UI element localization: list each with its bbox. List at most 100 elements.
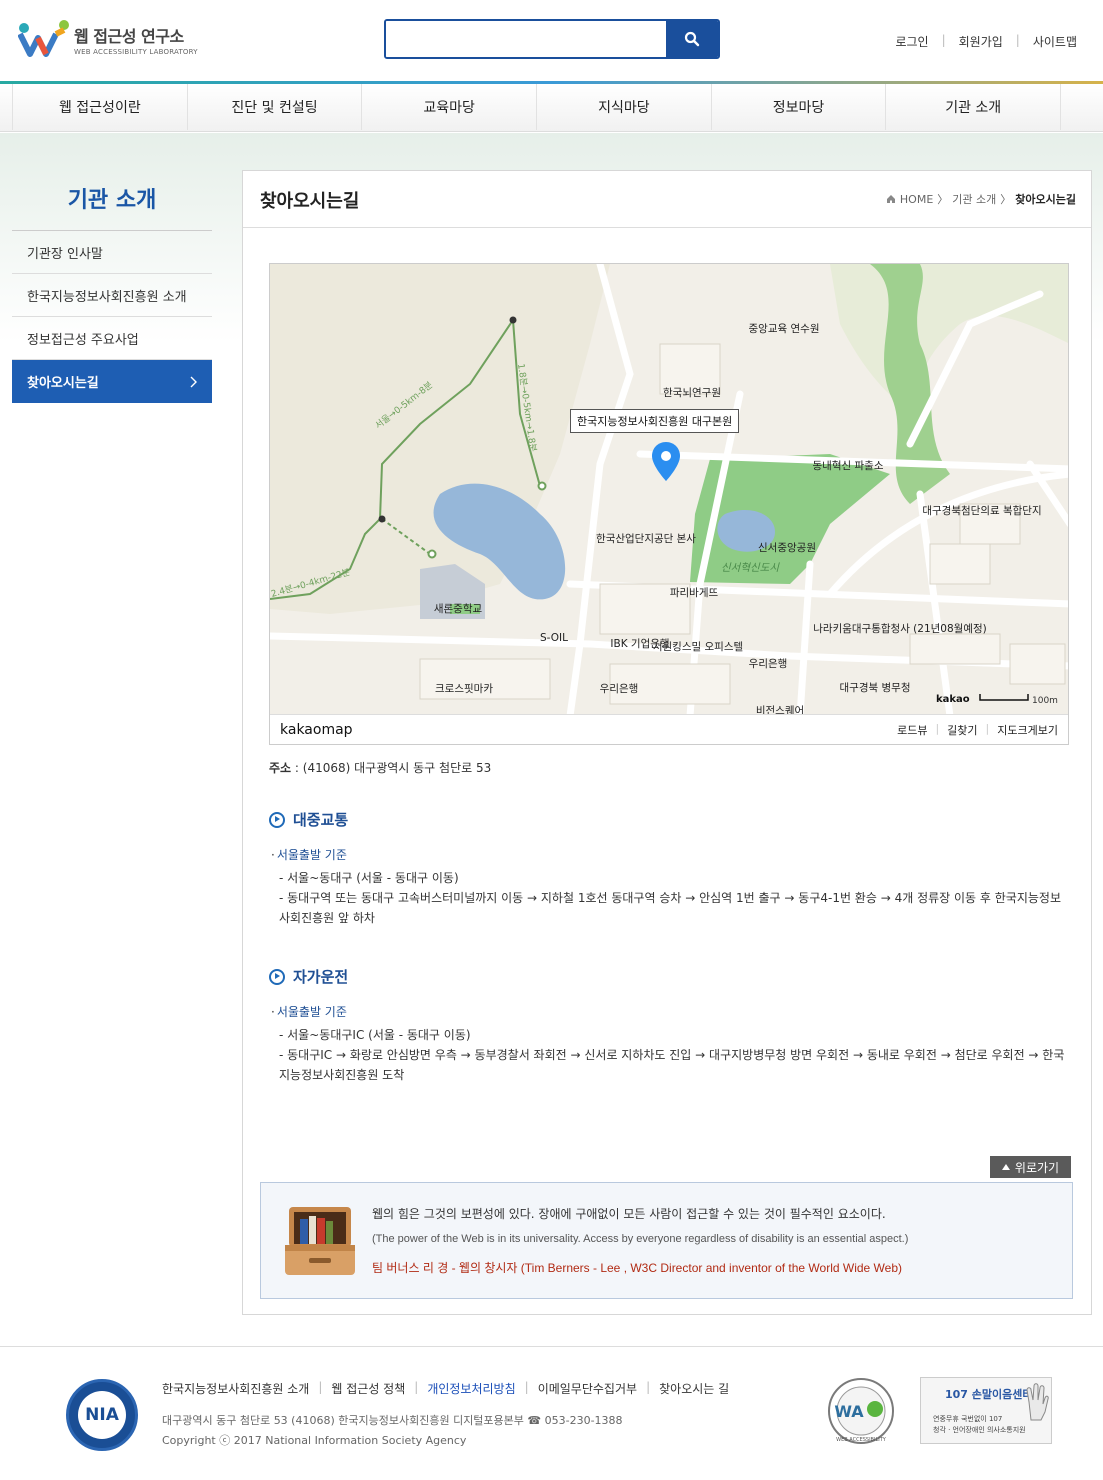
nia-logo-text: NIA: [78, 1391, 126, 1439]
logo-subtitle: WEB ACCESSIBILITY LABORATORY: [74, 47, 198, 56]
footer-link-email-refusal[interactable]: 이메일무단수집거부: [538, 1380, 637, 1397]
directions-link[interactable]: 길찾기: [947, 722, 977, 738]
map-place-label: 한국뇌연구원: [663, 387, 721, 399]
map-scale-label: 100m: [1032, 696, 1058, 706]
breadcrumb-separator-icon: 〉: [1000, 193, 1012, 206]
arrow-up-icon: [1001, 1164, 1010, 1170]
side-nav-item-projects[interactable]: 정보접근성 주요사업: [12, 317, 212, 360]
section-title-text: 대중교통: [293, 811, 349, 829]
nav-item-education[interactable]: 교육마당: [362, 84, 538, 130]
nav-item-about[interactable]: 기관 소개: [886, 84, 1062, 130]
breadcrumb-about[interactable]: 기관 소개: [952, 191, 996, 207]
divider: |: [935, 721, 940, 735]
quote-author: 팀 버너스 리 경 - 웹의 창시자 (Tim Berners - Lee , …: [372, 1261, 903, 1275]
map-place-label: 대구경북첨단의료 복합단지: [922, 504, 1041, 517]
side-nav-item-nia-intro[interactable]: 한국지능정보사회진흥원 소개: [12, 274, 212, 317]
chevron-right-icon: [190, 376, 197, 387]
page-title: 찾아오시는길: [260, 191, 360, 212]
address-value: (41068) 대구광역시 동구 첨단로 53: [302, 761, 492, 775]
map-place-label: 대구경북 병무청: [840, 681, 911, 694]
side-nav-item-label: 한국지능정보사회진흥원 소개: [27, 289, 187, 305]
section-title-text: 자가운전: [293, 968, 349, 986]
nav-item-web-accessibility[interactable]: 웹 접근성이란: [13, 84, 188, 130]
transit-subtitle: 서울출발 기준: [271, 846, 347, 863]
back-to-top-button[interactable]: 위로가기: [990, 1156, 1071, 1178]
search-box: [384, 19, 720, 59]
transit-line: - 서울~동대구 (서울 - 동대구 이동): [279, 871, 459, 885]
site-header: 웹 접근성 연구소 WEB ACCESSIBILITY LABORATORY 로…: [0, 0, 1103, 82]
section-title-transit: 대중교통: [269, 809, 348, 830]
wa-badge-text: WEB ACCESSIBILITY: [836, 1437, 887, 1443]
footer-link-directions[interactable]: 찾아오시는 길: [659, 1380, 729, 1397]
login-link[interactable]: 로그인: [895, 33, 928, 50]
footer-copyright: Copyright ⓒ 2017 National Information So…: [162, 1434, 467, 1447]
quote-korean: 웹의 힘은 그것의 보편성에 있다. 장애에 구애없이 모든 사람이 접근할 수…: [372, 1207, 886, 1221]
signup-link[interactable]: 회원가입: [959, 33, 1003, 50]
map-place-label: 나라키움대구통합청사 (21년08월예정): [813, 622, 987, 635]
map-place-label: 크로스핏마카: [435, 683, 493, 695]
kakaomap-logo[interactable]: kakaomap: [280, 722, 353, 738]
footer-address: 대구광역시 동구 첨단로 53 (41068) 한국지능정보사회진흥원 디지털포…: [162, 1414, 623, 1427]
search-button[interactable]: [666, 21, 718, 57]
sign-language-center-badge[interactable]: 107 손말이음센터 연중무휴 국번없이 107 청각 · 언어장애인 의사소통…: [920, 1377, 1052, 1444]
map-place-label: 신서중앙공원: [758, 542, 816, 554]
car-line: - 서울~동대구IC (서울 - 동대구 이동): [279, 1028, 471, 1042]
address: 주소 : (41068) 대구광역시 동구 첨단로 53: [269, 761, 492, 775]
map-brand-small: kakao: [936, 694, 970, 705]
breadcrumb-separator-icon: 〉: [937, 193, 949, 206]
main-nav: 웹 접근성이란 진단 및 컨설팅 교육마당 지식마당 정보마당 기관 소개: [0, 84, 1103, 132]
home-icon: [886, 195, 895, 203]
utility-nav: 로그인 | 회원가입 | 사이트맵: [895, 33, 1077, 50]
center-title: 107 손말이음센터: [945, 1388, 1033, 1401]
enlarge-map-link[interactable]: 지도크게보기: [997, 722, 1058, 738]
nav-item-consulting[interactable]: 진단 및 컨설팅: [188, 84, 363, 130]
map-pin-icon[interactable]: [651, 441, 681, 483]
divider: |: [985, 721, 990, 735]
side-nav-item-greeting[interactable]: 기관장 인사말: [12, 231, 212, 274]
divider: |: [646, 1380, 651, 1394]
divider: |: [318, 1380, 323, 1394]
map-place-label: 우리은행: [600, 683, 639, 695]
sitemap-link[interactable]: 사이트맵: [1033, 33, 1077, 50]
section-bullet-icon: [269, 811, 285, 828]
divider: |: [941, 33, 946, 47]
logo-mark-icon: [18, 20, 69, 57]
map-place-label: S-OIL: [540, 632, 568, 644]
map-place-label: 파리바게뜨: [670, 587, 719, 599]
car-subtitle: 서울출발 기준: [271, 1003, 347, 1020]
bookshelf-icon: [285, 1207, 355, 1275]
quote-box: 웹의 힘은 그것의 보편성에 있다. 장애에 구애없이 모든 사람이 접근할 수…: [260, 1182, 1073, 1299]
site-logo[interactable]: 웹 접근성 연구소 WEB ACCESSIBILITY LABORATORY: [18, 20, 198, 58]
footer-link-policy[interactable]: 웹 접근성 정책: [331, 1380, 405, 1397]
kakao-map[interactable]: 서울→0-5km-8분 1.8분→0-5km→1.8분 2.4분→0-4km-2…: [269, 263, 1069, 745]
search-icon: [684, 31, 700, 47]
quote-english: (The power of the Web is in its universa…: [372, 1233, 909, 1245]
map-marker-label: 한국지능정보사회진흥원 대구본원: [570, 409, 740, 433]
footer-link-about[interactable]: 한국지능정보사회진흥원 소개: [162, 1380, 309, 1397]
breadcrumb-home[interactable]: HOME: [900, 193, 933, 206]
content-area: 찾아오시는길 HOME 〉 기관 소개 〉 찾아오시는길 서울→0-5km-8분…: [242, 170, 1092, 1315]
side-nav-item-label: 정보접근성 주요사업: [27, 332, 139, 348]
map-footer-bar: kakaomap 로드뷰 | 길찾기 | 지도크게보기: [270, 714, 1068, 744]
logo-title: 웹 접근성 연구소: [74, 26, 184, 46]
car-line: - 동대구IC → 화랑로 안심방면 우측 → 동부경찰서 좌회전 → 신서로 …: [279, 1048, 1065, 1082]
center-subtitle: 연중무휴 국번없이 107 청각 · 언어장애인 의사소통지원: [933, 1414, 1026, 1436]
footer-info: 대구광역시 동구 첨단로 53 (41068) 한국지능정보사회진흥원 디지털포…: [162, 1411, 623, 1451]
footer-link-privacy[interactable]: 개인정보처리방침: [427, 1380, 515, 1397]
map-place-label: 중앙교육 연수원: [749, 323, 820, 335]
transit-line: - 동대구역 또는 동대구 고속버스터미널까지 이동 → 지하철 1호선 동대구…: [279, 891, 1061, 925]
side-nav: 기관 소개 기관장 인사말 한국지능정보사회진흥원 소개 정보접근성 주요사업 …: [12, 170, 212, 403]
nav-item-information[interactable]: 정보마당: [712, 84, 887, 130]
map-place-label: 신서혁신도시: [721, 562, 780, 574]
svg-text:WA: WA: [834, 1402, 864, 1421]
map-place-label: 우리은행: [749, 658, 788, 670]
roadview-link[interactable]: 로드뷰: [897, 722, 927, 738]
side-nav-item-directions[interactable]: 찾아오시는길: [12, 360, 212, 403]
divider: |: [1015, 33, 1020, 47]
map-place-label: 서원킹스밀 오피스텔: [653, 641, 743, 653]
divider: |: [414, 1380, 419, 1394]
map-canvas[interactable]: 서울→0-5km-8분 1.8분→0-5km→1.8분 2.4분→0-4km-2…: [270, 264, 1069, 716]
nav-item-knowledge[interactable]: 지식마당: [537, 84, 712, 130]
search-input[interactable]: [386, 21, 666, 57]
hand-icon: [1026, 1383, 1049, 1421]
